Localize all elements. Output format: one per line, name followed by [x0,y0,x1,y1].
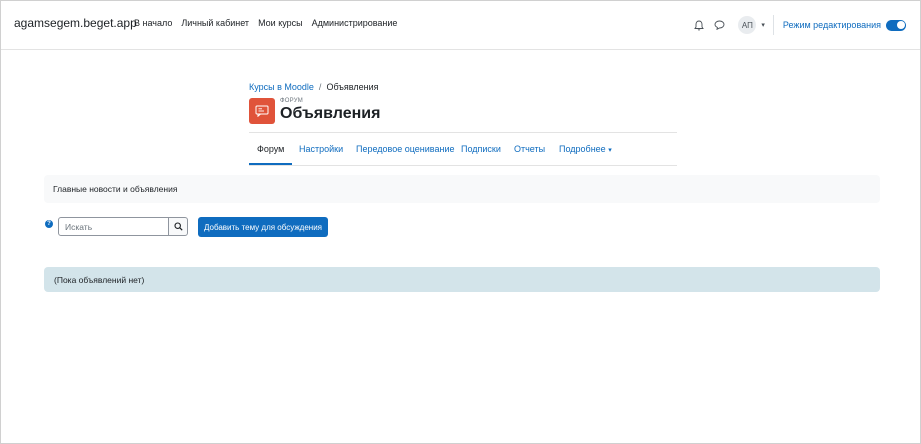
nav-item-dashboard[interactable]: Личный кабинет [181,18,249,28]
tab-forum[interactable]: Форум [249,135,293,165]
secondary-navigation: Форум Настройки Передовое оценивание Под… [249,135,677,166]
help-icon[interactable]: ? [45,220,53,228]
nav-item-administration[interactable]: Администрирование [312,18,398,28]
breadcrumb-separator: / [318,82,322,92]
breadcrumb: Курсы в Moodle / Объявления [249,82,379,92]
tab-more-label: Подробнее [559,144,606,154]
navbar-right-controls: АП ▾ Режим редактирования [692,15,906,35]
search-icon [173,222,183,231]
no-announcements-alert: (Пока объявлений нет) [44,267,880,292]
page-frame: agamsegem.beget.app В начало Личный каби… [0,0,921,444]
chevron-down-icon[interactable]: ▾ [761,21,765,29]
tab-reports[interactable]: Отчеты [514,135,545,163]
navbar-divider [772,15,774,35]
user-avatar[interactable]: АП [738,16,757,34]
forum-icon [249,98,275,124]
tab-subscriptions[interactable]: Подписки [461,135,501,163]
forum-intro-text: Главные новости и объявления [53,184,178,194]
tab-settings[interactable]: Настройки [299,135,343,163]
header-divider [249,132,677,133]
tab-more[interactable]: Подробнее ▾ [559,135,612,163]
edit-mode-toggle[interactable] [886,19,906,31]
breadcrumb-current: Объявления [326,82,379,92]
primary-navigation: В начало Личный кабинет Мои курсы Админи… [134,18,406,28]
nav-item-home[interactable]: В начало [134,18,172,28]
page-title: Объявления [280,105,381,122]
add-discussion-topic-button[interactable]: Добавить тему для обсуждения [198,217,328,237]
site-brand[interactable]: agamsegem.beget.app [14,16,137,30]
top-navbar: agamsegem.beget.app В начало Личный каби… [1,1,920,50]
chevron-down-icon: ▾ [608,147,612,154]
breadcrumb-link-courses[interactable]: Курсы в Moodle [249,82,314,92]
forum-intro: Главные новости и объявления [44,175,880,203]
edit-mode-label: Режим редактирования [782,20,881,30]
alert-text: (Пока объявлений нет) [54,275,145,285]
search-input[interactable] [58,217,169,236]
activity-type-label: ФОРУМ [280,98,303,104]
nav-item-my-courses[interactable]: Мои курсы [258,18,303,28]
search-button[interactable] [168,217,188,236]
bell-icon[interactable] [692,18,706,32]
tab-advanced-grading[interactable]: Передовое оценивание [356,135,455,163]
chat-bubble-icon[interactable] [712,18,726,32]
